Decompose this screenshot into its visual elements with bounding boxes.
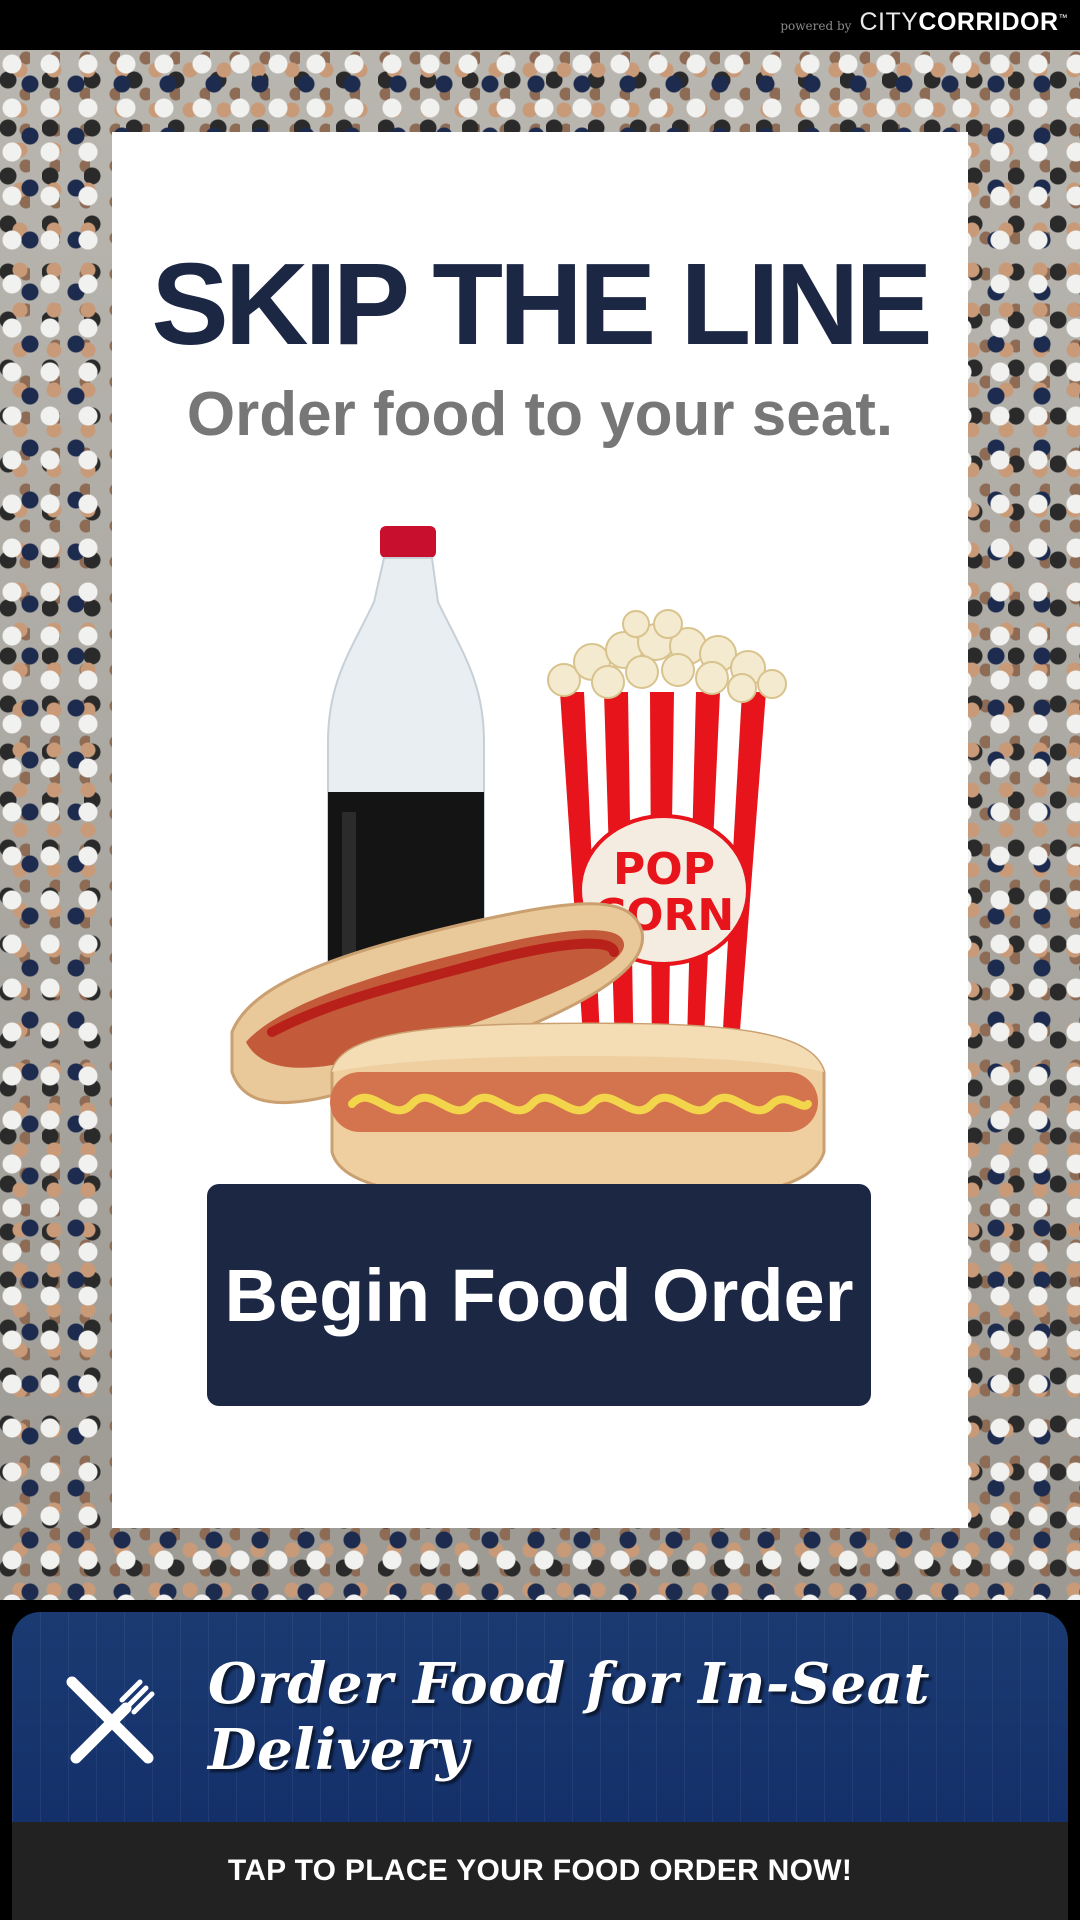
subheadline: Order food to your seat.: [186, 380, 894, 449]
promo-panel: SKIP THE LINE Order food to your seat. P…: [112, 132, 968, 1528]
banner-title: Order Food for In-Seat Delivery: [208, 1651, 930, 1783]
svg-text:POP: POP: [613, 844, 715, 895]
tap-to-order-bar[interactable]: TAP TO PLACE YOUR FOOD ORDER NOW!: [12, 1822, 1068, 1920]
popcorn-box-image: POP CORN: [547, 609, 787, 1082]
headline: SKIP THE LINE: [151, 239, 932, 369]
begin-food-order-button[interactable]: Begin Food Order: [207, 1184, 871, 1406]
fork-knife-icon: [66, 1676, 155, 1764]
powered-by-text: powered by: [780, 19, 852, 33]
brand-logo: powered by CITYCORRIDOR™: [780, 8, 1068, 37]
top-bar: powered by CITYCORRIDOR™: [0, 0, 1080, 50]
citycorridor-logo: CITYCORRIDOR™: [859, 8, 1068, 36]
hotdog-front-image: [330, 1022, 826, 1204]
in-seat-delivery-banner[interactable]: Order Food for In-Seat Delivery: [12, 1612, 1068, 1822]
